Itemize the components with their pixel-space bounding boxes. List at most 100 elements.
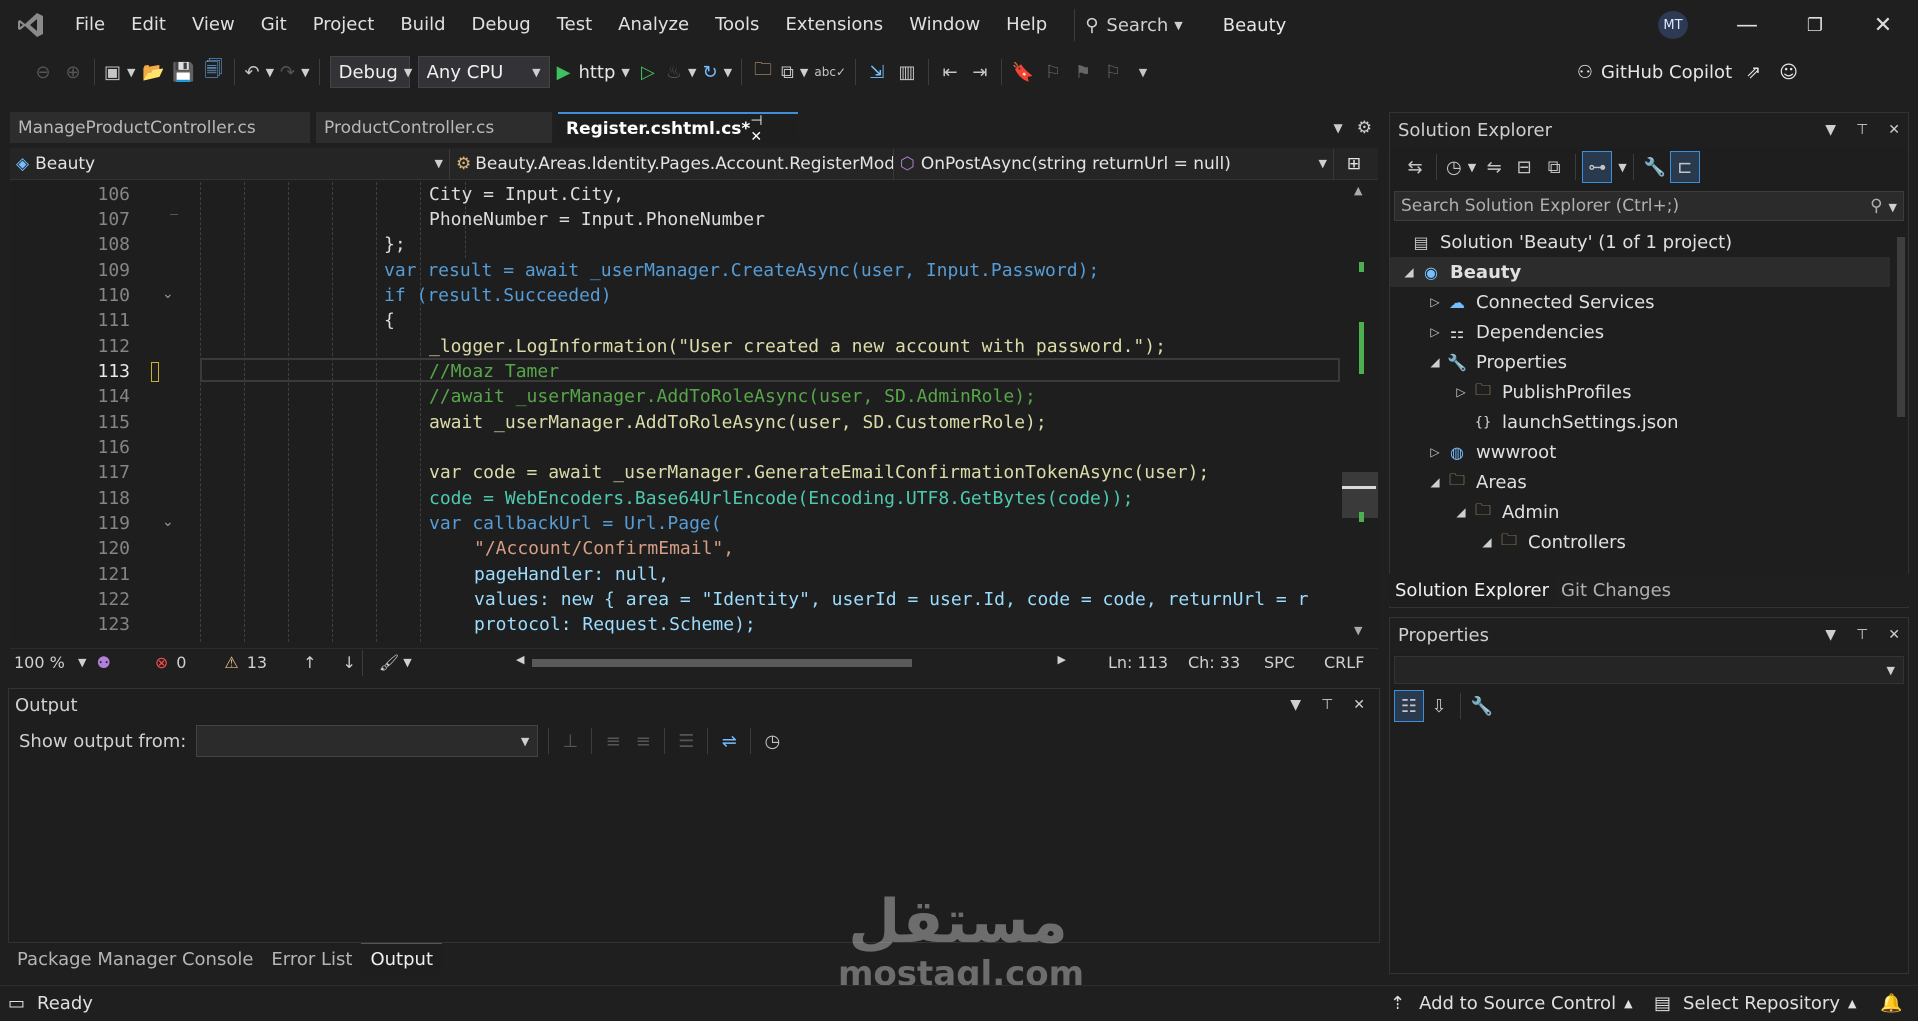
- expanded-arrow-icon[interactable]: ◢: [1400, 265, 1418, 279]
- menu-file[interactable]: File: [62, 0, 118, 50]
- navigate-forward-button[interactable]: ⊕: [58, 56, 88, 88]
- menu-build[interactable]: Build: [387, 0, 458, 50]
- clear-all-button[interactable]: ☰: [671, 725, 701, 757]
- menu-help[interactable]: Help: [993, 0, 1060, 50]
- warning-icon[interactable]: ⚠: [224, 653, 238, 672]
- clear-bookmarks-button[interactable]: ⚐: [1098, 56, 1128, 88]
- save-all-button[interactable]: 🗐: [198, 56, 228, 88]
- tab-manage-product-controller[interactable]: ManageProductController.cs: [10, 112, 310, 143]
- search-button[interactable]: ⚲ Search ▼: [1074, 9, 1193, 41]
- restore-button[interactable]: ❐: [1784, 0, 1846, 50]
- properties-button[interactable]: 🔧: [1640, 151, 1670, 183]
- start-without-debugging-button[interactable]: ▷: [633, 56, 663, 88]
- save-button[interactable]: 💾: [168, 56, 198, 88]
- menu-window[interactable]: Window: [896, 0, 993, 50]
- expanded-arrow-icon[interactable]: ◢: [1478, 535, 1496, 549]
- scrollbar-thumb[interactable]: [532, 659, 912, 667]
- tree-scrollbar[interactable]: [1894, 227, 1908, 573]
- next-message-button[interactable]: ≡: [628, 725, 658, 757]
- chevron-down-icon[interactable]: ▼: [1618, 161, 1626, 174]
- collapse-region-icon[interactable]: ⌄: [162, 514, 174, 530]
- menu-extensions[interactable]: Extensions: [772, 0, 896, 50]
- close-icon[interactable]: ✕: [1888, 122, 1900, 138]
- horizontal-scrollbar[interactable]: ◀ ▶: [516, 653, 1066, 669]
- next-issue-icon[interactable]: ↓: [343, 653, 356, 672]
- warning-count[interactable]: 13: [247, 653, 267, 672]
- tree-item-project-beauty[interactable]: ◢ ◉ Beauty: [1390, 257, 1890, 287]
- close-icon[interactable]: ✕: [1353, 697, 1365, 713]
- sync-with-document-button[interactable]: ⇋: [1479, 151, 1509, 183]
- menu-debug[interactable]: Debug: [459, 0, 544, 50]
- pin-icon[interactable]: ⊤: [1856, 122, 1868, 138]
- expanded-arrow-icon[interactable]: ◢: [1426, 475, 1444, 489]
- object-select[interactable]: ▼: [1394, 656, 1904, 684]
- hot-reload-button[interactable]: ♨ ▼: [663, 56, 700, 88]
- spell-check-button[interactable]: abc✓: [811, 56, 849, 88]
- split-window-button[interactable]: ⊞: [1334, 149, 1374, 179]
- select-repository-button[interactable]: ▤ Select Repository ▲: [1654, 993, 1856, 1014]
- categorized-button[interactable]: ☷: [1394, 690, 1424, 722]
- close-icon[interactable]: ✕: [750, 129, 762, 145]
- window-options-icon[interactable]: ▼: [1825, 627, 1836, 643]
- feedback-icon[interactable]: ☺: [1779, 62, 1798, 83]
- property-pages-button[interactable]: 🔧: [1467, 690, 1497, 722]
- tree-item-launch-settings[interactable]: {} launchSettings.json: [1390, 407, 1890, 437]
- tab-list-dropdown-icon[interactable]: ▼: [1334, 121, 1343, 135]
- pending-changes-filter-button[interactable]: ◷ ▼: [1443, 151, 1479, 183]
- navigate-back-button[interactable]: ⊖: [28, 56, 58, 88]
- code-cleanup-icon[interactable]: 🖌: [379, 653, 399, 672]
- tree-item-areas[interactable]: ◢ 🗀 Areas: [1390, 467, 1890, 497]
- scroll-down-icon[interactable]: ▼: [1354, 624, 1362, 637]
- class-dropdown[interactable]: ⚙ Beauty.Areas.Identity.Pages.Account.Reg…: [450, 148, 894, 179]
- whitespace-indicator[interactable]: SPC: [1264, 653, 1295, 672]
- preview-selected-items-button[interactable]: ⊏: [1669, 151, 1700, 183]
- indent-button[interactable]: ⇥: [965, 56, 995, 88]
- open-file-button[interactable]: 📂: [138, 56, 168, 88]
- expanded-arrow-icon[interactable]: ◢: [1426, 355, 1444, 369]
- collapsed-arrow-icon[interactable]: ▷: [1426, 295, 1444, 309]
- column-indicator[interactable]: Ch: 33: [1188, 653, 1240, 672]
- code-area[interactable]: City = Input.City, PhoneNumber = Input.P…: [200, 182, 1340, 642]
- pin-icon[interactable]: ⊣: [750, 113, 762, 129]
- collapsed-arrow-icon[interactable]: ▷: [1452, 385, 1470, 399]
- tab-error-list[interactable]: Error List: [262, 943, 361, 975]
- visual-studio-logo-icon[interactable]: [0, 0, 62, 50]
- error-icon[interactable]: ⊗: [155, 653, 168, 672]
- vertical-scrollbar[interactable]: ▲ ▼: [1342, 182, 1378, 642]
- menu-git[interactable]: Git: [248, 0, 300, 50]
- tab-git-changes[interactable]: Git Changes: [1555, 574, 1677, 606]
- member-dropdown[interactable]: ⬡ OnPostAsync(string returnUrl = null) ▼: [894, 148, 1334, 179]
- menu-view[interactable]: View: [179, 0, 248, 50]
- scroll-up-icon[interactable]: ▲: [1354, 184, 1362, 197]
- solution-platform-select[interactable]: Any CPU ▼: [417, 56, 550, 88]
- show-all-files-button[interactable]: ⧉: [1539, 151, 1569, 183]
- collapsed-arrow-icon[interactable]: ▷: [1426, 325, 1444, 339]
- toggle-layout-button[interactable]: ▥: [892, 56, 922, 88]
- menu-test[interactable]: Test: [544, 0, 605, 50]
- toolbar-overflow-button[interactable]: ▼: [1128, 56, 1158, 88]
- zoom-level[interactable]: 100 %: [14, 653, 78, 672]
- open-in-file-explorer-button[interactable]: 🗀: [748, 56, 778, 88]
- start-debugging-button[interactable]: ▶ http ▼: [554, 56, 633, 88]
- collapsed-arrow-icon[interactable]: ▷: [1426, 445, 1444, 459]
- collapse-all-button[interactable]: ⊟: [1509, 151, 1539, 183]
- tab-register-cshtml-cs[interactable]: Register.cshtml.cs* ⊣ ✕: [558, 112, 798, 145]
- alphabetical-button[interactable]: ⇩: [1424, 690, 1454, 722]
- minimize-button[interactable]: —: [1716, 0, 1778, 50]
- tree-item-dependencies[interactable]: ▷ ⚏ Dependencies: [1390, 317, 1890, 347]
- undo-button[interactable]: ↶ ▼: [241, 56, 277, 88]
- tree-item-properties[interactable]: ◢ 🔧 Properties: [1390, 347, 1890, 377]
- github-copilot-button[interactable]: ⚇ GitHub Copilot ⇗ ☺: [1577, 57, 1798, 87]
- window-options-icon[interactable]: ▼: [1825, 122, 1836, 138]
- refresh-button[interactable]: ↻ ▼: [699, 56, 735, 88]
- output-source-select[interactable]: ▼: [196, 725, 539, 757]
- tab-output[interactable]: Output: [361, 943, 443, 975]
- health-icon[interactable]: ⚉: [96, 653, 110, 672]
- menu-tools[interactable]: Tools: [702, 0, 772, 50]
- chevron-down-icon[interactable]: ▼: [78, 656, 86, 669]
- gear-icon[interactable]: ⚙: [1357, 118, 1372, 138]
- project-dropdown[interactable]: ◈ Beauty ▼: [10, 148, 450, 179]
- code-editor[interactable]: 106 107 108 109 110 111 112 113 114 115 …: [10, 182, 1378, 642]
- new-project-button[interactable]: ▣ ▼: [101, 56, 138, 88]
- redo-button[interactable]: ↷ ▼: [277, 56, 313, 88]
